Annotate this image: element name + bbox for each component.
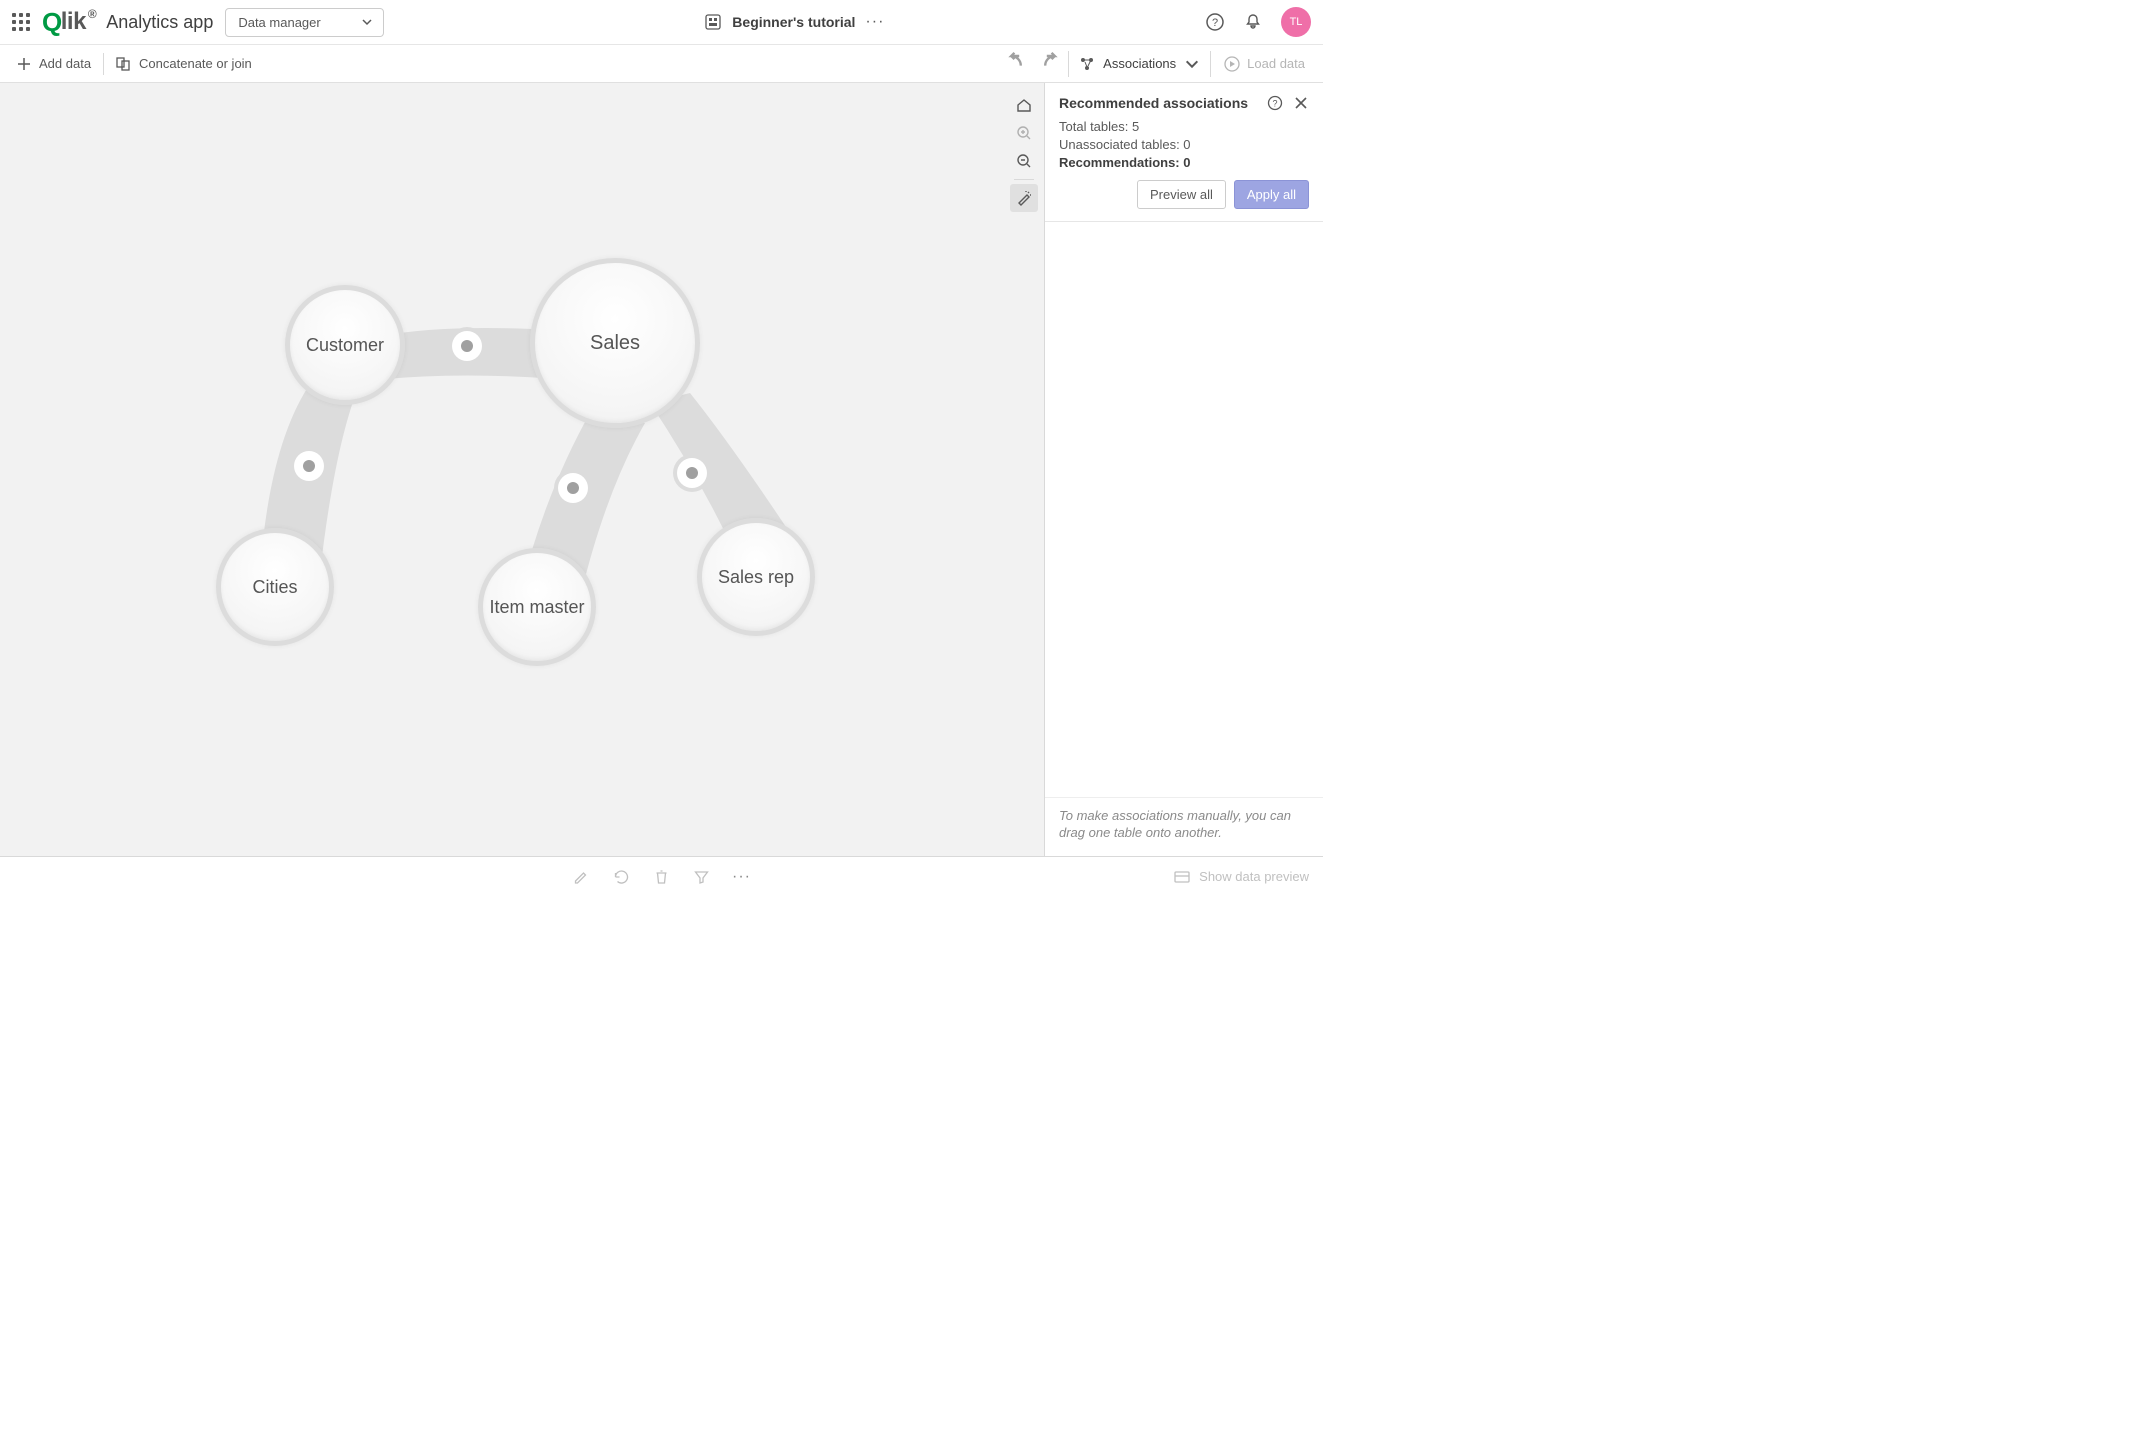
association-joint[interactable]: [558, 473, 588, 503]
concat-icon: [116, 56, 132, 72]
zoom-home-icon[interactable]: [1010, 91, 1038, 119]
stat-unassociated-tables: Unassociated tables: 0: [1059, 137, 1309, 152]
association-joint[interactable]: [452, 331, 482, 361]
help-icon[interactable]: ?: [1205, 12, 1225, 32]
bubble-item-master[interactable]: Item master: [478, 548, 596, 666]
app-name: Analytics app: [106, 12, 213, 33]
apply-all-button[interactable]: Apply all: [1234, 180, 1309, 209]
sheet-icon: [704, 13, 722, 31]
associations-canvas[interactable]: Customer Sales Cities Item master Sales …: [0, 83, 1045, 856]
qlik-logo: Qlik®: [42, 7, 94, 38]
show-data-preview-button[interactable]: Show data preview: [1173, 868, 1323, 886]
bell-icon[interactable]: [1243, 12, 1263, 32]
sheet-title: Beginner's tutorial: [732, 14, 855, 30]
bubble-cities[interactable]: Cities: [216, 528, 334, 646]
panel-close-icon[interactable]: [1293, 95, 1309, 111]
bubble-sales-rep[interactable]: Sales rep: [697, 518, 815, 636]
delete-icon[interactable]: [652, 868, 670, 886]
undo-icon[interactable]: [1000, 51, 1032, 77]
association-joint[interactable]: [677, 458, 707, 488]
bottom-more-icon[interactable]: ···: [732, 868, 751, 886]
panel-hint: To make associations manually, you can d…: [1045, 797, 1323, 856]
refresh-icon[interactable]: [612, 868, 630, 886]
user-avatar[interactable]: TL: [1281, 7, 1311, 37]
filter-icon[interactable]: [692, 868, 710, 886]
bubble-sales[interactable]: Sales: [530, 258, 700, 428]
concatenate-or-join-button[interactable]: Concatenate or join: [108, 52, 260, 76]
associations-icon: [1079, 56, 1095, 72]
chevron-down-icon: [1184, 56, 1200, 72]
zoom-in-icon[interactable]: [1010, 119, 1038, 147]
view-dropdown-label: Data manager: [238, 15, 320, 30]
app-launcher-icon[interactable]: [12, 13, 30, 31]
svg-text:?: ?: [1272, 99, 1277, 109]
panel-title: Recommended associations: [1059, 95, 1257, 111]
stat-recommendations: Recommendations: 0: [1059, 155, 1309, 170]
view-dropdown[interactable]: Data manager: [225, 8, 383, 37]
load-data-button[interactable]: Load data: [1213, 55, 1315, 73]
preview-icon: [1173, 868, 1191, 886]
preview-all-button[interactable]: Preview all: [1137, 180, 1226, 209]
chevron-down-icon: [361, 16, 373, 28]
stat-total-tables: Total tables: 5: [1059, 119, 1309, 134]
link-layer: [0, 83, 1044, 856]
edit-table-icon[interactable]: [572, 868, 590, 886]
recommended-associations-panel: Recommended associations ? Total tables:…: [1045, 83, 1323, 856]
redo-icon[interactable]: [1034, 51, 1066, 77]
view-mode-associations[interactable]: Associations: [1068, 51, 1211, 77]
bubble-customer[interactable]: Customer: [285, 285, 405, 405]
association-joint[interactable]: [294, 451, 324, 481]
magic-wand-icon[interactable]: [1010, 184, 1038, 212]
plus-icon: [16, 56, 32, 72]
add-data-button[interactable]: Add data: [8, 52, 99, 76]
zoom-out-icon[interactable]: [1010, 147, 1038, 175]
sheet-more-icon[interactable]: ···: [865, 13, 884, 31]
svg-text:?: ?: [1212, 17, 1218, 29]
play-circle-icon: [1223, 55, 1241, 73]
panel-help-icon[interactable]: ?: [1267, 95, 1283, 111]
